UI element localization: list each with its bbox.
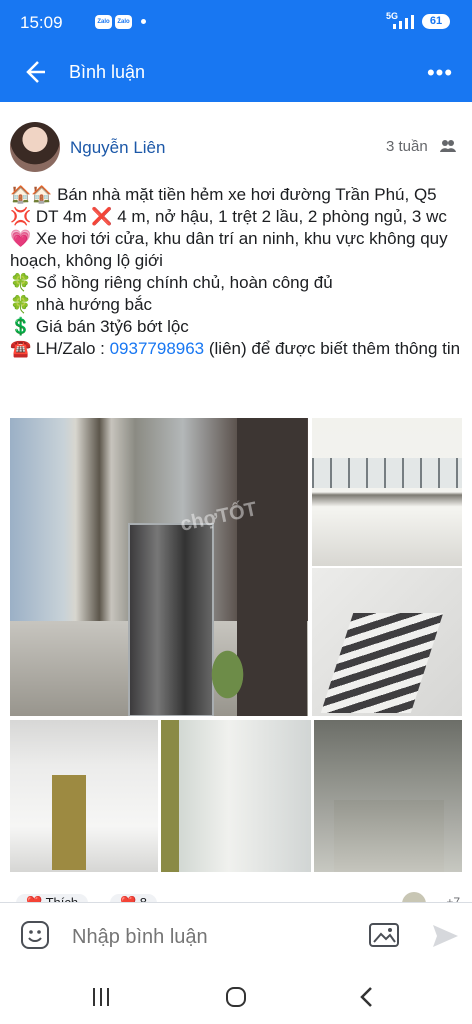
sticker-icon[interactable] bbox=[20, 920, 50, 950]
signal-icon bbox=[393, 13, 414, 29]
post-line: 💗 Xe hơi tới cửa, khu dân trí an ninh, k… bbox=[10, 229, 448, 270]
contact-line: ☎️ LH/Zalo : 0937798963 (liên) để được b… bbox=[10, 339, 461, 358]
post-line: 💢 DT 4m ❌ 4 m, nở hậu, 1 trệt 2 lầu, 2 p… bbox=[10, 207, 447, 226]
post-line: 🍀 Sổ hồng riêng chính chủ, hoàn công đủ bbox=[10, 273, 333, 292]
back-arrow-icon[interactable] bbox=[18, 56, 50, 88]
post-time: 3 tuần bbox=[386, 138, 428, 155]
photo-grid: chợTỐT bbox=[10, 418, 462, 872]
staircase-photo[interactable] bbox=[312, 568, 462, 716]
room-photo[interactable] bbox=[161, 720, 311, 872]
phone-link[interactable]: 0937798963 bbox=[110, 339, 205, 358]
status-bar: 15:09 Zalo Zalo 5G 61 bbox=[0, 0, 472, 44]
battery-badge: 61 bbox=[422, 14, 450, 29]
android-nav-bar bbox=[0, 968, 472, 1024]
home-icon[interactable] bbox=[221, 982, 251, 1012]
comment-composer bbox=[0, 902, 472, 969]
post-line: 🏠🏠 Bán nhà mặt tiền hẻm xe hơi đường Trầ… bbox=[10, 185, 437, 204]
notification-dot-icon bbox=[141, 19, 146, 24]
send-icon[interactable] bbox=[430, 922, 460, 950]
author-avatar[interactable] bbox=[10, 122, 60, 172]
status-time: 15:09 bbox=[20, 13, 63, 32]
zalo-notification-icon: Zalo bbox=[95, 15, 112, 29]
comment-input[interactable] bbox=[70, 924, 334, 950]
back-icon[interactable] bbox=[352, 982, 382, 1012]
post-line: 🍀 nhà hướng bắc bbox=[10, 295, 153, 314]
post-body: 🏠🏠 Bán nhà mặt tiền hẻm xe hơi đường Trầ… bbox=[10, 184, 462, 360]
bathroom-photo[interactable] bbox=[10, 720, 158, 872]
top-header: 15:09 Zalo Zalo 5G 61 Bình luận ••• bbox=[0, 0, 472, 102]
post-card: Nguyễn Liên 3 tuần 🏠🏠 Bán nhà mặt tiền h… bbox=[0, 102, 472, 916]
recents-icon[interactable] bbox=[86, 982, 116, 1012]
author-name[interactable]: Nguyễn Liên bbox=[70, 138, 165, 158]
zalo-notification-icon-2: Zalo bbox=[115, 15, 132, 29]
house-facade-photo[interactable]: chợTỐT bbox=[10, 418, 308, 716]
alley-photo[interactable] bbox=[314, 720, 462, 872]
post-line: 💲 Giá bán 3tỷ6 bớt lộc bbox=[10, 317, 189, 336]
image-gallery-icon[interactable] bbox=[368, 921, 400, 949]
friends-privacy-icon bbox=[440, 140, 456, 152]
balcony-photo[interactable] bbox=[312, 418, 462, 566]
more-horizontal-icon[interactable]: ••• bbox=[426, 60, 454, 85]
page-title: Bình luận bbox=[69, 62, 146, 82]
